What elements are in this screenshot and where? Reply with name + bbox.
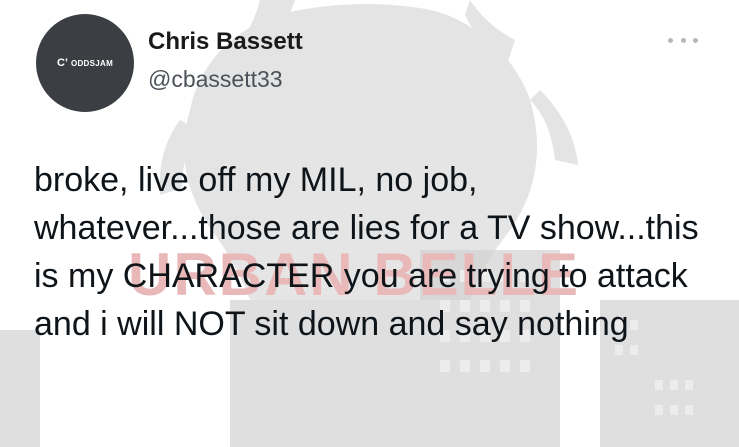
more-dot [680,37,686,43]
display-name[interactable]: Chris Bassett [148,28,303,56]
oddsjam-logo-mark: C’ [56,57,68,69]
avatar[interactable]: C’ ODDSJAM [36,14,134,112]
user-handle[interactable]: @cbassett33 [148,66,283,93]
oddsjam-logo-text: ODDSJAM [70,58,114,68]
oddsjam-logo: C’ ODDSJAM [57,57,113,69]
more-dot [668,37,673,43]
more-horizontal-icon[interactable] [668,34,698,46]
tweet-text: broke, live off my MIL, no job, whatever… [34,161,709,343]
more-dot [693,37,698,43]
tweet-card: C’ ODDSJAM Chris Bassett @cbassett33 bro… [0,0,739,447]
